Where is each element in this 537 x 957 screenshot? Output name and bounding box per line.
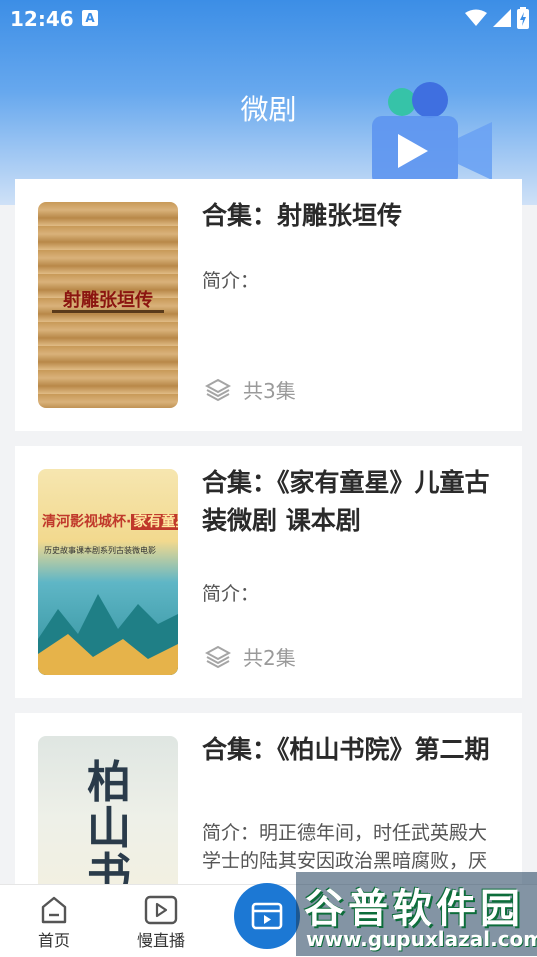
battery-icon — [517, 7, 529, 29]
series-card-3[interactable]: 柏山书院 合集：《柏山书院》第二期 简介：明正德年间，时任武英殿大学士的陆其安因… — [15, 713, 522, 884]
cover-mountains — [38, 594, 178, 675]
layers-icon — [205, 645, 231, 668]
layers-icon — [205, 378, 231, 401]
status-bar: 12:46 A — [0, 0, 537, 36]
watermark-title: 谷普软件园 — [304, 886, 524, 932]
series-title[interactable]: 合集：射雕张垣传 — [202, 197, 502, 235]
wifi-icon — [465, 9, 487, 26]
series-intro: 简介： — [202, 583, 260, 605]
watermark: 谷普软件园 www.gupuxlazal.com — [296, 872, 537, 956]
home-icon — [41, 896, 67, 924]
header: 12:46 A 微剧 — [0, 0, 537, 205]
series-title[interactable]: 合集：《柏山书院》第二期 — [202, 731, 502, 769]
episode-count-label: 共3集 — [243, 379, 296, 403]
status-time: 12:46 — [10, 7, 74, 31]
tab-home[interactable]: 首页 — [14, 895, 94, 951]
tab-slow-live-label: 慢直播 — [136, 931, 185, 950]
notification-icon: A — [82, 10, 98, 26]
series-title[interactable]: 合集：《家有童星》儿童古装微剧 课本剧 — [202, 464, 502, 540]
series-cover[interactable]: 柏山书院 — [38, 736, 178, 884]
micro-drama-center-button[interactable] — [234, 883, 300, 949]
cover-title: 清河影视城杯·家有童星 — [42, 511, 178, 531]
series-intro: 简介：明正德年间，时任武英殿大学士的陆其安因政治黑暗腐败，厌 — [202, 822, 488, 872]
series-intro: 简介： — [202, 270, 260, 292]
episode-count-label: 共2集 — [243, 646, 296, 670]
series-card-1[interactable]: 射雕张垣传 合集：射雕张垣传 简介： 共3集 — [15, 179, 522, 431]
status-icons — [465, 7, 529, 29]
series-cover[interactable]: 射雕张垣传 — [38, 202, 178, 408]
tab-home-label: 首页 — [37, 931, 70, 950]
video-camera-icon — [372, 82, 492, 186]
cover-title: 射雕张垣传 — [63, 290, 153, 311]
video-clip-icon — [251, 902, 283, 930]
cover-title: 柏山书院 — [87, 757, 131, 885]
episode-count: 共3集 — [205, 375, 296, 404]
watermark-url: www.gupuxlazal.com — [306, 927, 537, 951]
series-card-2[interactable]: 清河影视城杯·家有童星 历史故事课本剧系列古装微电影 合集：《家有童星》儿童古装… — [15, 446, 522, 698]
series-cover[interactable]: 清河影视城杯·家有童星 历史故事课本剧系列古装微电影 — [38, 469, 178, 675]
play-square-icon — [144, 895, 178, 925]
signal-icon — [493, 9, 511, 27]
episode-count: 共2集 — [205, 642, 296, 671]
cover-subtitle: 历史故事课本剧系列古装微电影 — [44, 546, 156, 555]
cover-decoration — [52, 310, 164, 313]
tab-slow-live[interactable]: 慢直播 — [121, 895, 201, 951]
